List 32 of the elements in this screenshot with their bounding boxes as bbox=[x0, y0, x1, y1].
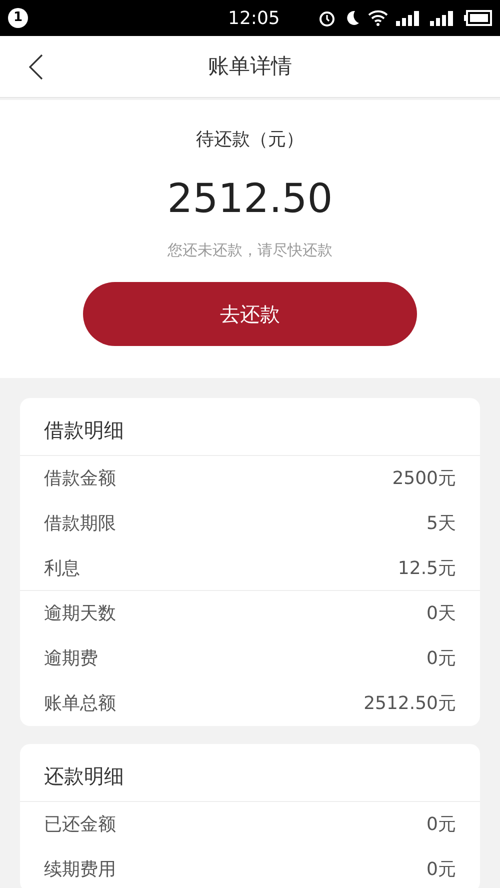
row-label: 借款金额 bbox=[44, 467, 116, 491]
clock: 12:05 bbox=[228, 6, 280, 30]
wifi-icon bbox=[368, 10, 388, 26]
row-label: 逾期费 bbox=[44, 647, 98, 671]
row-value: 12.5元 bbox=[398, 556, 456, 580]
alarm-icon bbox=[318, 9, 336, 27]
due-label: 待还款（元） bbox=[196, 128, 304, 152]
section-title: 还款明细 bbox=[44, 763, 124, 790]
back-icon bbox=[29, 54, 43, 80]
signal-icon bbox=[430, 10, 456, 26]
battery-icon bbox=[464, 10, 492, 26]
notification-badge: 1 bbox=[8, 8, 28, 28]
row-value: 0元 bbox=[426, 813, 456, 837]
page-title: 账单详情 bbox=[208, 52, 292, 80]
moon-icon bbox=[344, 9, 360, 27]
row-label: 利息 bbox=[44, 556, 80, 580]
row-value: 5天 bbox=[426, 512, 456, 536]
due-hint: 您还未还款，请尽快还款 bbox=[168, 240, 332, 261]
row-label: 逾期天数 bbox=[44, 602, 116, 626]
section-title: 借款明细 bbox=[44, 417, 124, 444]
row-value: 2512.50元 bbox=[364, 692, 456, 716]
due-amount: 2512.50 bbox=[167, 175, 333, 224]
row-label: 账单总额 bbox=[44, 692, 116, 716]
row-value: 2500元 bbox=[392, 467, 456, 491]
row-value: 0元 bbox=[426, 858, 456, 882]
row-label: 续期费用 bbox=[44, 858, 116, 882]
row-value: 0元 bbox=[426, 647, 456, 671]
row-label: 已还金额 bbox=[44, 813, 116, 837]
row-value: 0天 bbox=[426, 602, 456, 626]
repay-button[interactable]: 去还款 bbox=[83, 282, 417, 346]
row-label: 借款期限 bbox=[44, 512, 116, 536]
signal-icon bbox=[396, 10, 422, 26]
